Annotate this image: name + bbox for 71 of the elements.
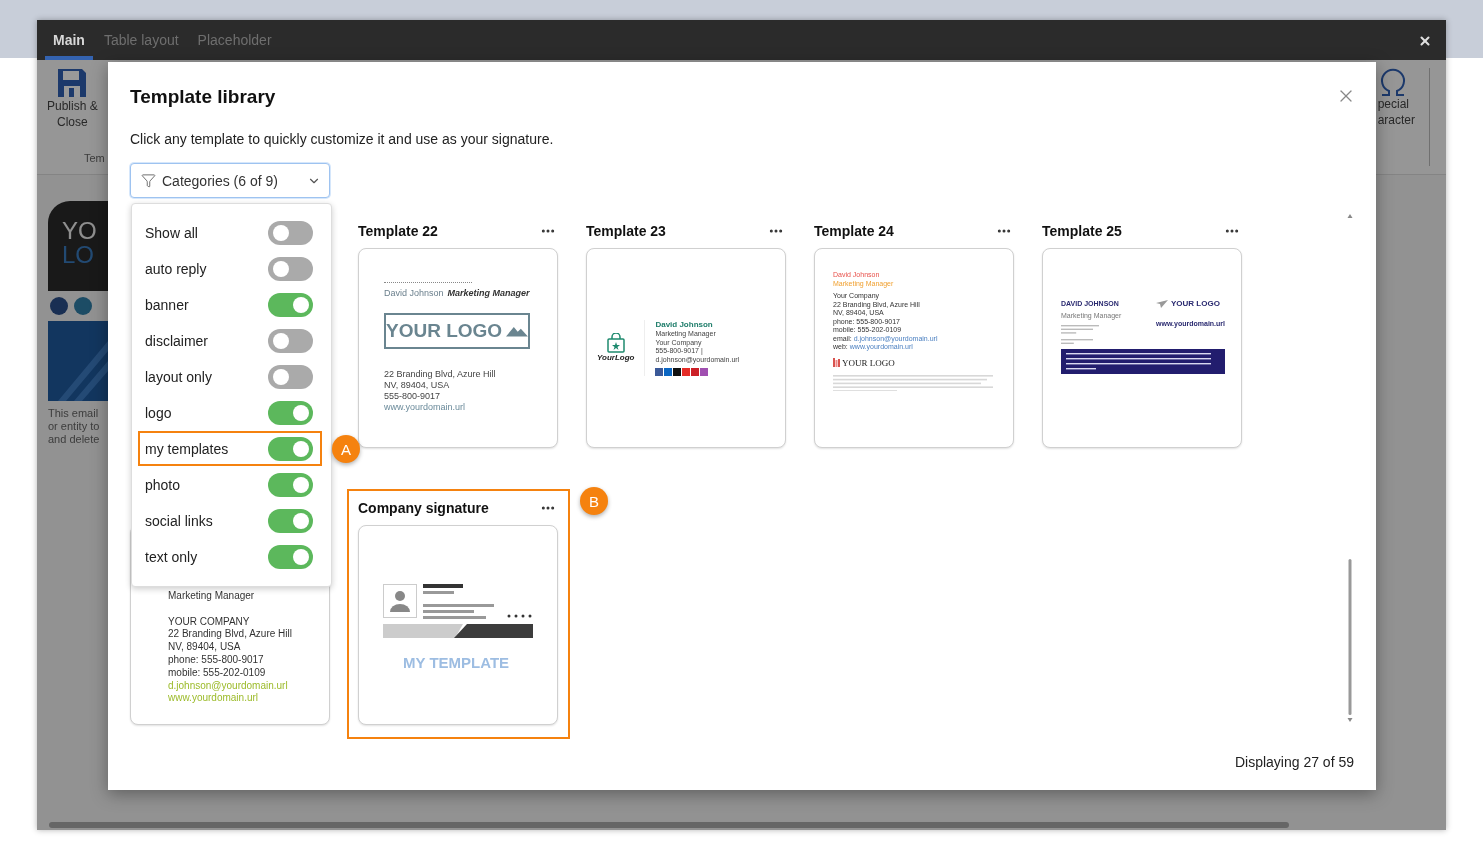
group-label: Tem — [84, 152, 105, 164]
callout-marker: A — [332, 435, 360, 463]
category-label: text only — [145, 549, 198, 565]
category-label: layout only — [145, 369, 212, 385]
template-title: Template 23 — [586, 223, 666, 239]
template-title: Template 25 — [1042, 223, 1122, 239]
category-label: banner — [145, 297, 189, 313]
special-character-button[interactable]: pecial aracter — [1375, 60, 1421, 140]
address-text: 555-800-9017 — [384, 391, 442, 402]
logo-text: YOUR LOGO — [386, 320, 503, 342]
template-card[interactable]: David Johnson Marketing Manager YOUR LOGO 22 Branding Blvd, Azure Hill NV, 89404, USA 555-800-9017 www.yourdomain.url — [358, 248, 558, 448]
disclaimer-text: and delete — [48, 433, 101, 446]
name-text: David Johnson — [384, 288, 444, 299]
categories-dropdown[interactable]: Categories (6 of 9) — [130, 163, 330, 198]
filter-icon — [141, 173, 156, 188]
logo-text: YO — [62, 219, 98, 243]
social-icon — [50, 297, 68, 315]
category-label: logo — [145, 405, 172, 421]
contact-link: www.yourdomain.url — [168, 692, 260, 706]
category-toggle[interactable] — [268, 401, 313, 425]
result-count: Displaying 27 of 59 — [1234, 754, 1354, 770]
save-icon — [57, 68, 88, 98]
contact-link: d.johnson@yourdomain.url — [168, 679, 289, 693]
mountain-icon — [506, 324, 528, 338]
category-label: photo — [145, 477, 181, 493]
template-title: Template 24 — [814, 223, 894, 239]
category-toggle[interactable] — [268, 545, 313, 569]
publish-button[interactable]: Publish & Close — [41, 60, 104, 140]
category-label: auto reply — [145, 261, 207, 277]
address-text-drawing — [1061, 338, 1093, 344]
logo-text: YOUR LOGO — [842, 357, 895, 368]
address-text: 22 Branding Blvd, Azure Hill — [384, 369, 497, 380]
template-title: Company signature — [358, 500, 489, 516]
category-toggle[interactable] — [268, 257, 313, 281]
website-link: www.yourdomain.url — [384, 402, 467, 413]
category-toggle[interactable] — [268, 473, 313, 497]
caption-text: MY TEMPLATE — [403, 654, 511, 672]
category-label: disclaimer — [145, 333, 208, 349]
dialog-title: Template library — [130, 86, 276, 108]
category-toggle[interactable] — [268, 365, 313, 389]
category-toggle[interactable] — [268, 221, 313, 245]
category-toggle[interactable] — [268, 293, 313, 317]
close-icon[interactable] — [1418, 34, 1432, 48]
name-text: David Johnson — [655, 320, 714, 330]
logo-mark-icon — [833, 358, 840, 367]
logo-text: YOUR LOGO — [1171, 299, 1220, 309]
template-title: Template 22 — [358, 223, 438, 239]
dialog-subtitle: Click any template to quickly customize it and use as your signature. — [130, 130, 555, 148]
address-text: NV, 89404, USA — [384, 380, 451, 391]
logo-text: YourLogo — [597, 353, 635, 363]
detail-text: phone: 555-800-9017 — [168, 654, 265, 667]
detail-text: 22 Branding Blvd, Azure Hill — [168, 628, 293, 642]
detail-text: NV, 89404, USA — [168, 641, 242, 654]
contact-text-drawing — [1061, 325, 1099, 334]
social-icon — [74, 297, 92, 315]
paper-plane-icon — [1156, 300, 1169, 308]
category-toggle[interactable] — [268, 509, 313, 533]
disclaimer-text: or entity to — [48, 420, 101, 433]
callout-marker: B — [580, 487, 608, 515]
category-label: Show all — [145, 225, 198, 241]
category-label: my templates — [145, 441, 229, 457]
detail-text: YOUR COMPANY — [168, 615, 251, 629]
category-toggle[interactable] — [268, 437, 313, 461]
disclaimer-text: This email — [48, 407, 100, 420]
logo-text: LO — [62, 243, 95, 267]
detail-text: mobile: 555-202-0109 — [168, 666, 267, 680]
role-text: Marketing Manager — [447, 288, 530, 299]
scrollbar[interactable] — [1346, 214, 1354, 722]
shopping-bag-icon — [606, 333, 625, 353]
role-text: Marketing Manager — [168, 590, 256, 603]
category-toggle[interactable] — [268, 329, 313, 353]
